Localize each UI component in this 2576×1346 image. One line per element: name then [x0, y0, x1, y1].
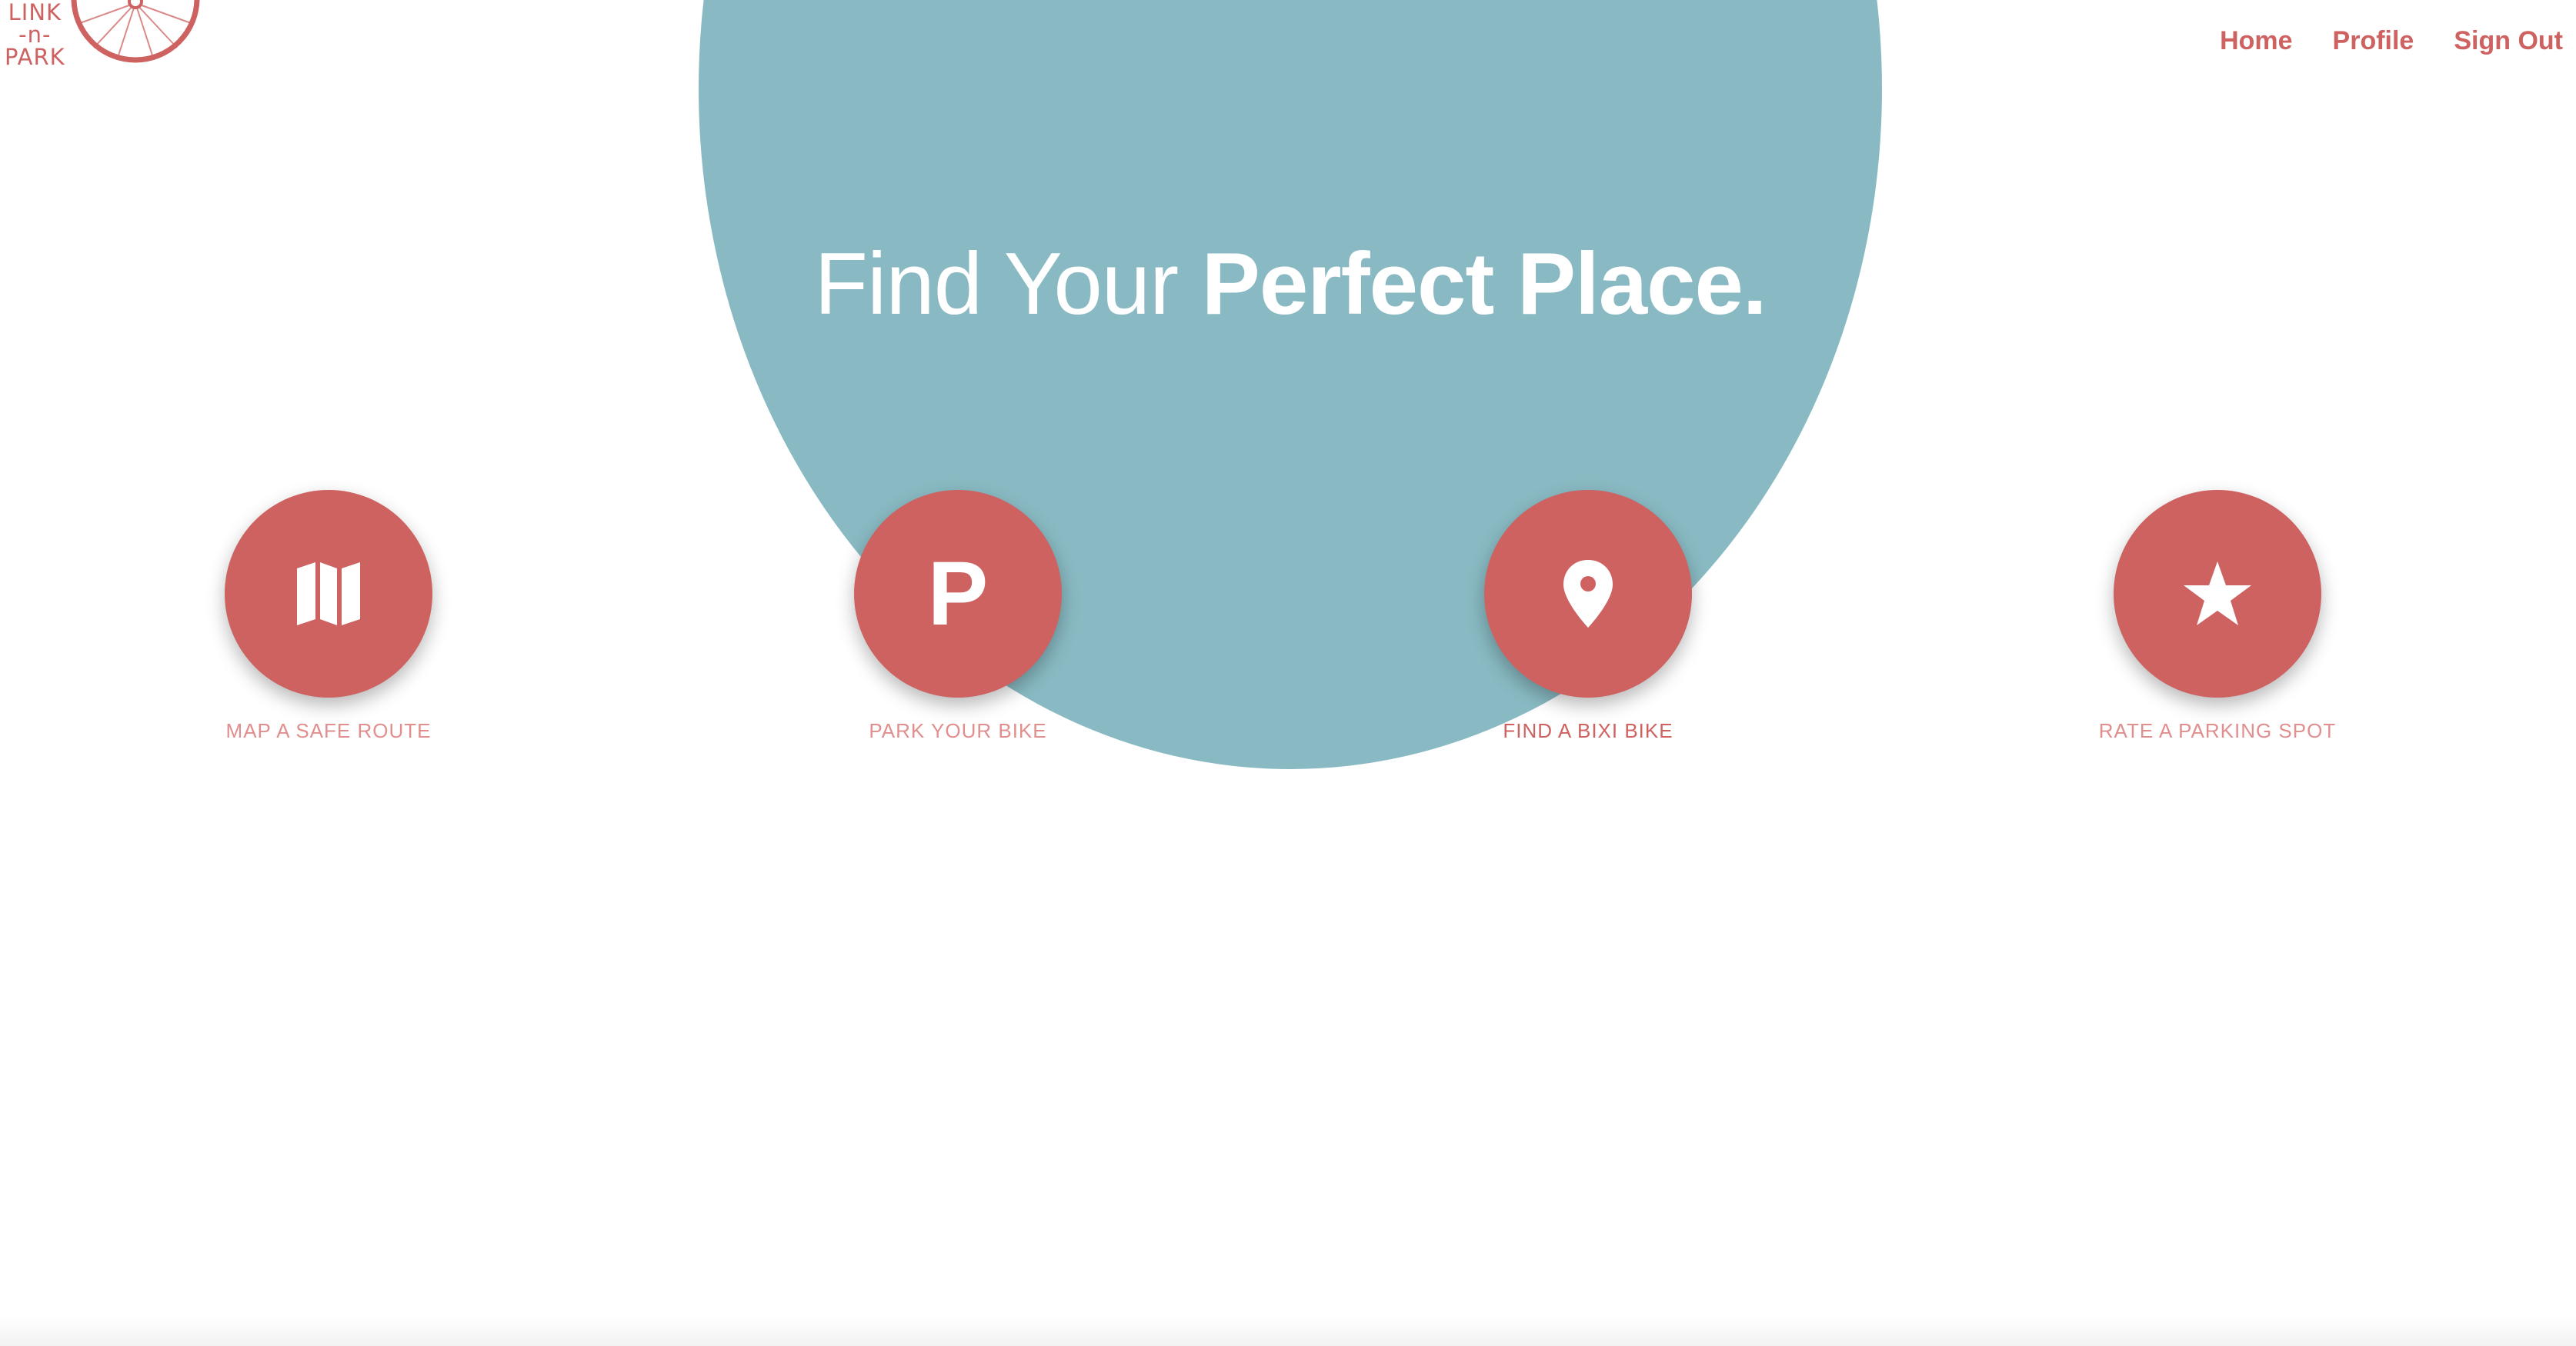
feature-label: MAP A SAFE ROUTE: [225, 719, 432, 742]
nav-profile-link[interactable]: Profile: [2333, 26, 2414, 56]
bike-wheel-icon: [71, 0, 200, 63]
logo-line-2: -n-: [18, 22, 52, 48]
feature-circle-button[interactable]: P: [854, 490, 1062, 698]
nav-sign-out-link[interactable]: Sign Out: [2454, 26, 2563, 56]
nav-home-link[interactable]: Home: [2220, 26, 2292, 56]
logo-text: LINK -n- PARK: [5, 2, 65, 68]
logo[interactable]: LINK -n- PARK: [0, 0, 202, 71]
bottom-shadow: [0, 1315, 2576, 1346]
feature-rate-parking-spot[interactable]: RATE A PARKING SPOT: [2064, 490, 2371, 743]
feature-circle-button[interactable]: [2114, 490, 2321, 698]
map-icon: [297, 562, 360, 625]
feature-label: RATE A PARKING SPOT: [2098, 719, 2337, 742]
feature-find-bixi-bike[interactable]: FIND A BIXI BIKE: [1434, 490, 1742, 743]
headline-bold: Perfect Place.: [1201, 235, 1767, 333]
main-nav: Home Profile Sign Out: [2220, 26, 2563, 56]
feature-circle-button[interactable]: [225, 490, 432, 698]
feature-label: FIND A BIXI BIKE: [1503, 719, 1673, 742]
feature-label: PARK YOUR BIKE: [869, 719, 1047, 742]
headline-regular: Find Your: [814, 235, 1202, 333]
logo-line-3: PARK: [5, 44, 65, 70]
location-pin-icon: [1563, 560, 1613, 628]
feature-map-safe-route[interactable]: MAP A SAFE ROUTE: [175, 490, 482, 743]
feature-park-your-bike[interactable]: P PARK YOUR BIKE: [804, 490, 1112, 743]
star-icon: [2184, 561, 2251, 625]
hero-headline: Find Your Perfect Place.: [699, 235, 1882, 335]
feature-circle-button[interactable]: [1484, 490, 1692, 698]
logo-line-1: LINK: [8, 0, 62, 25]
parking-icon: P: [927, 543, 989, 645]
